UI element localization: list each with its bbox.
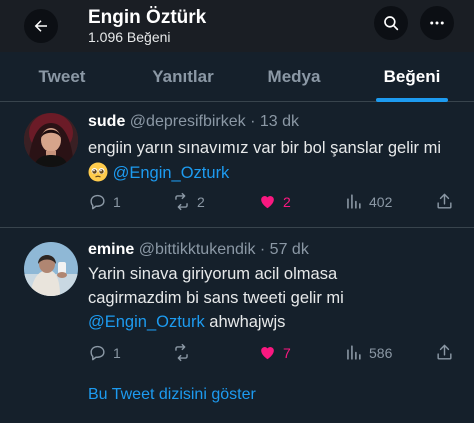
mention-link[interactable]: @Engin_Ozturk [113, 164, 230, 182]
share-button[interactable] [435, 343, 454, 362]
reply-count: 1 [113, 344, 121, 361]
tweet-header: sude @depresifbirkek · 13 dk [88, 113, 299, 131]
separator: · [259, 241, 266, 258]
avatar-photo [24, 113, 78, 167]
reply-icon [90, 194, 105, 210]
tab-media[interactable]: Medya [246, 52, 342, 102]
tweet-body-suffix: ahwhajwjs [204, 313, 286, 331]
heart-filled-icon [261, 347, 274, 360]
like-count: 7 [283, 344, 291, 361]
separator: · [250, 113, 256, 130]
reply-icon [90, 345, 105, 361]
heart-filled-icon [261, 196, 274, 209]
tweet-text: Yarin sinava giriyorum acil olmasa cagir… [88, 262, 388, 334]
views-button[interactable]: 402 [344, 192, 392, 211]
retweet-button[interactable] [172, 343, 197, 362]
search-button[interactable] [374, 6, 408, 40]
views-chart-icon [347, 345, 361, 360]
profile-header: Engin Öztürk 1.096 Beğeni [0, 0, 474, 52]
active-tab-indicator [376, 98, 448, 102]
avatar[interactable] [24, 242, 78, 296]
retweet-count: 2 [197, 193, 205, 210]
search-icon [384, 16, 399, 31]
avatar-photo [24, 242, 78, 296]
display-name[interactable]: emine [88, 241, 134, 258]
tab-replies[interactable]: Yanıtlar [127, 52, 239, 102]
user-handle[interactable]: @bittikktukendik [139, 241, 256, 258]
share-button[interactable] [435, 192, 454, 211]
timestamp[interactable]: 13 dk [260, 113, 299, 130]
tweet-header: emine @bittikktukendik · 57 dk [88, 241, 309, 259]
reply-button[interactable]: 1 [88, 343, 121, 362]
retweet-icon [175, 192, 188, 211]
reply-button[interactable]: 1 [88, 192, 121, 211]
mention-link[interactable]: @Engin_Ozturk [88, 313, 205, 331]
view-count: 402 [369, 193, 393, 210]
like-button[interactable]: 2 [258, 192, 291, 211]
likes-count: 1.096 Beğeni [88, 29, 171, 45]
pleading-face-emoji-icon [88, 162, 108, 182]
tweet-actions: 1 7 586 [88, 343, 458, 365]
views-chart-icon [347, 194, 361, 209]
share-icon [437, 193, 452, 209]
tab-label: Tweet [38, 67, 86, 86]
display-name[interactable]: sude [88, 113, 125, 130]
arrow-left-icon [34, 20, 47, 32]
view-count: 586 [369, 344, 393, 361]
tweet-actions: 1 2 2 402 [88, 192, 458, 214]
tab-label: Yanıtlar [152, 67, 214, 86]
retweet-button[interactable]: 2 [172, 192, 205, 211]
tab-tweet[interactable]: Tweet [10, 52, 114, 102]
avatar[interactable] [24, 113, 78, 167]
profile-tabs: Tweet Yanıtlar Medya Beğeni [0, 52, 474, 102]
views-button[interactable]: 586 [344, 343, 392, 362]
retweet-icon [175, 343, 188, 362]
timestamp[interactable]: 57 dk [270, 241, 309, 258]
tab-label: Medya [267, 67, 321, 86]
show-thread-link[interactable]: Bu Tweet dizisini göster [88, 386, 256, 404]
more-button[interactable] [420, 6, 454, 40]
tweet-body: engiin yarın sınavımız var bir bol şansl… [88, 139, 442, 157]
back-button[interactable] [24, 9, 58, 43]
more-dots-icon [430, 21, 444, 25]
like-count: 2 [283, 193, 291, 210]
page-title: Engin Öztürk [88, 7, 207, 28]
like-button[interactable]: 7 [258, 343, 291, 362]
reply-count: 1 [113, 193, 121, 210]
tab-label: Beğeni [383, 67, 441, 86]
share-icon [437, 344, 452, 360]
user-handle[interactable]: @depresifbirkek [130, 113, 246, 130]
tweet[interactable]: sude @depresifbirkek · 13 dk engiin yarı… [0, 103, 474, 228]
tweet-body: Yarin sinava giriyorum acil olmasa cagir… [88, 265, 344, 307]
tab-likes[interactable]: Beğeni [362, 52, 462, 102]
tweet-text: engiin yarın sınavımız var bir bol şansl… [88, 136, 458, 186]
